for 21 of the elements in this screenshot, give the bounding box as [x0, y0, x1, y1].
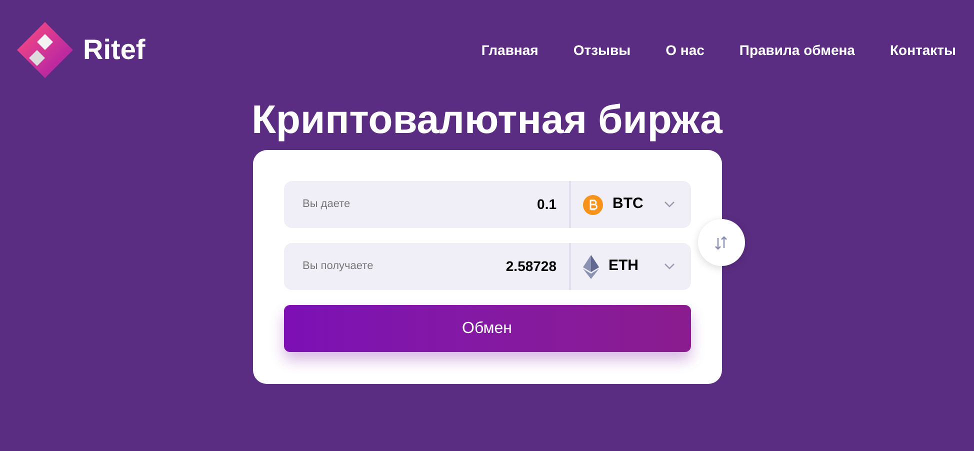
field-label: Вы даете: [302, 197, 352, 212]
nav-link[interactable]: Контакты: [890, 40, 956, 60]
swap-arrows-icon: [714, 234, 728, 250]
nav-link[interactable]: Отзывы: [573, 40, 631, 60]
nav-link[interactable]: Главная: [481, 40, 538, 60]
amount-field[interactable]: 0.1: [394, 194, 568, 215]
logo-icon: [15, 20, 75, 80]
nav-link[interactable]: Правила обмена: [739, 40, 855, 60]
logo-text: Ritef: [83, 33, 146, 67]
page-title: Криптовалютная биржа: [250, 97, 724, 144]
chevron-down-icon: [664, 201, 674, 208]
field-label: Вы получаете: [302, 259, 374, 274]
swap-button[interactable]: [698, 219, 744, 266]
ethereum-icon: [582, 254, 598, 278]
exchange-button[interactable]: Обмен: [284, 305, 690, 352]
currency-select[interactable]: ETH: [570, 243, 690, 290]
bitcoin-icon: [582, 194, 602, 214]
chevron-down-icon: [664, 263, 674, 270]
nav-link[interactable]: О нас: [666, 40, 704, 60]
currency-select[interactable]: BTC: [570, 181, 690, 228]
amount-field[interactable]: 2.58728: [394, 256, 568, 277]
